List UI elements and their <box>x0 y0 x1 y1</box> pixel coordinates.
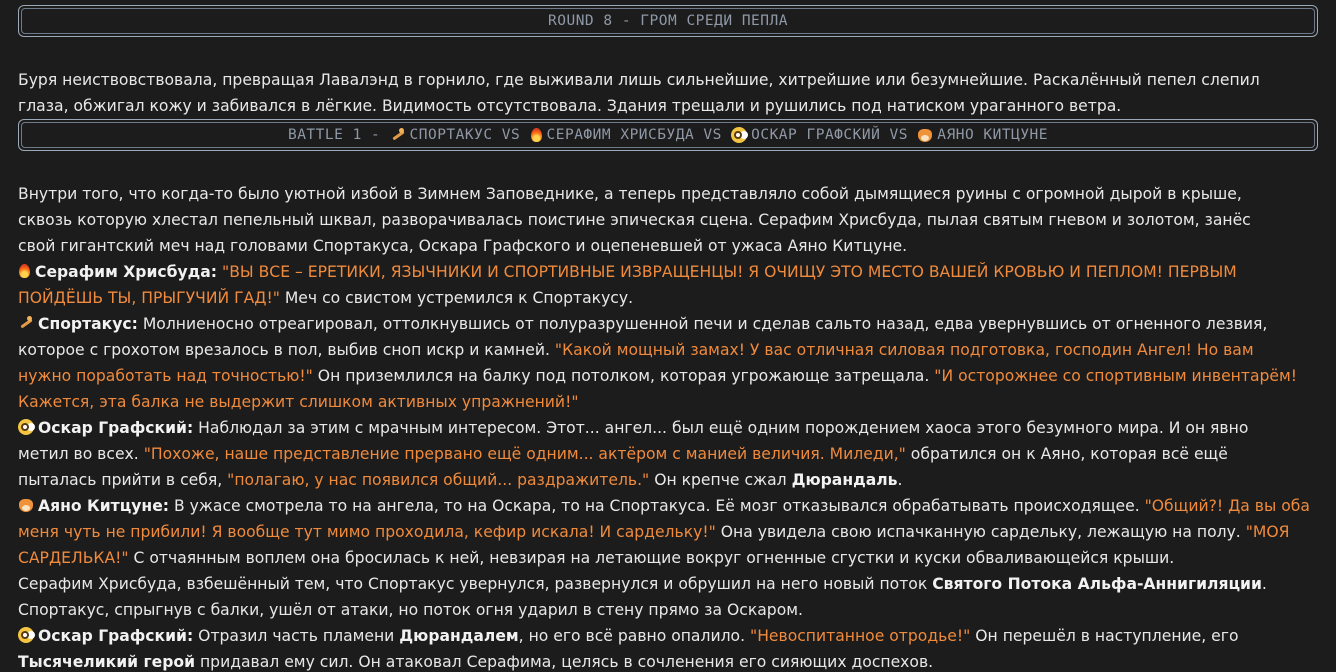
vs-separator: VS <box>492 127 530 143</box>
ayano-line: САРДЕЛЬКА!" С отчаянным воплем она броси… <box>18 545 1318 571</box>
flame-icon <box>18 263 31 279</box>
speaker-name: Серафим Хрисбуда: <box>35 263 218 281</box>
quote: меня чуть не прибили! Я вообще тут мимо … <box>18 523 716 541</box>
quote: Кажется, эта балка не выдержит слишком а… <box>18 393 579 411</box>
narration: . <box>897 471 903 489</box>
runner-icon <box>18 315 34 331</box>
weapon-name: Дюрандалем <box>399 627 519 645</box>
ayano-line: меня чуть не прибили! Я вообще тут мимо … <box>18 519 1318 545</box>
scene-line: Внутри того, что когда-то было уютной из… <box>18 185 1242 203</box>
narration: Меч со свистом устремился к Спортакусу. <box>279 289 634 307</box>
monocle-face-icon <box>18 419 34 435</box>
narration-line: Спортакус, спрыгнув с балки, ушёл от ата… <box>18 601 803 619</box>
monocle-face-icon <box>731 127 748 143</box>
speaker-name: Оскар Графский: <box>38 627 194 645</box>
quote: "Какой мощный замах! У вас отличная сило… <box>554 341 1254 359</box>
narration: Молниеносно отреагировал, оттолкнувшись … <box>137 315 1268 333</box>
narration: обратился он к Аяно, которая всё ещё <box>905 445 1228 463</box>
chat-page: ROUND 8 - ГРОМ СРЕДИ ПЕПЛА Буря неиствов… <box>0 5 1336 672</box>
narration: Наблюдал за этим с мрачным интересом. Эт… <box>193 419 1249 437</box>
round-banner: ROUND 8 - ГРОМ СРЕДИ ПЕПЛА <box>18 5 1318 37</box>
quote: "МОЯ <box>1245 523 1290 541</box>
ability-name: Тысячеликий герой <box>18 653 196 671</box>
monocle-face-icon <box>18 627 34 643</box>
intro-line-2: глаза, обжигал кожу и забивался в лёгкие… <box>18 97 1122 115</box>
sportakus-line: Кажется, эта балка не выдержит слишком а… <box>18 389 1318 415</box>
intro-line-1: Буря неиствовствовала, превращая Лавалэн… <box>18 71 1260 89</box>
scene-line: сквозь которую хлестал пепельный шквал, … <box>18 211 1251 229</box>
battle-prefix: BATTLE 1 - <box>287 127 390 143</box>
serafim-line: Серафим Хрисбуда: "ВЫ ВСЕ – ЕРЕТИКИ, ЯЗЫ… <box>18 259 1318 285</box>
narration: Он перешёл в наступление, его <box>970 627 1239 645</box>
attack-name: Святого Потока Альфа-Аннигиляции <box>932 575 1262 593</box>
sportakus-line: Спортакус: Молниеносно отреагировал, отт… <box>18 311 1318 337</box>
oskar-line: Оскар Графский: Наблюдал за этим с мрачн… <box>18 415 1318 441</box>
oskar-line: пыталась прийти в себя, "полагаю, у нас … <box>18 467 1318 493</box>
narration: В ужасе смотрела то на ангела, то на Оск… <box>169 497 1145 515</box>
serafim-line: ПОЙДЁШЬ ТЫ, ПРЫГУЧИЙ ГАД!" Меч со свисто… <box>18 285 1318 311</box>
quote: САРДЕЛЬКА!" <box>18 549 129 567</box>
oskar-line: метил во всех. "Похоже, наше представлен… <box>18 441 1318 467</box>
fighter-ayano: АЯНО КИТЦУНЕ <box>937 127 1049 143</box>
narration: которое с грохотом врезалось в пол, выби… <box>18 341 555 359</box>
ayano-line: Аяно Китцуне: В ужасе смотрела то на анг… <box>18 493 1318 519</box>
speaker-name: Оскар Графский: <box>38 419 194 437</box>
narration: , но его всё равно опалило. <box>518 627 751 645</box>
fighter-sportakus: СПОРТАКУС <box>409 127 493 143</box>
fighter-serafim: СЕРАФИМ ХРИСБУДА <box>546 127 695 143</box>
fox-icon <box>18 497 34 513</box>
runner-icon <box>390 127 406 143</box>
narration: придавал ему сил. Он атаковал Серафима, … <box>195 653 934 671</box>
oskar-line: Тысячеликий герой придавал ему сил. Он а… <box>18 649 1318 672</box>
speaker-name: Аяно Китцуне: <box>38 497 170 515</box>
narration: Он крепче сжал <box>649 471 792 489</box>
vs-separator: VS <box>694 127 732 143</box>
speaker-name: Спортакус: <box>38 315 138 333</box>
scene-paragraph: Внутри того, что когда-то было уютной из… <box>18 181 1318 672</box>
flame-icon <box>530 127 543 143</box>
fighter-oskar: ОСКАР ГРАФСКИЙ <box>751 127 881 143</box>
narration: Она увидела свою испачканную сардельку, … <box>715 523 1246 541</box>
quote: "Невоспитанное отродье!" <box>750 627 971 645</box>
sportakus-line: нужно поработать над точностью!" Он приз… <box>18 363 1318 389</box>
battle-banner: BATTLE 1 - СПОРТАКУС VS СЕРАФИМ ХРИСБУДА… <box>18 119 1318 151</box>
fox-icon <box>917 127 933 143</box>
narration: Отразил часть пламени <box>193 627 400 645</box>
quote: ПОЙДЁШЬ ТЫ, ПРЫГУЧИЙ ГАД!" <box>18 289 280 307</box>
narration: Он приземлился на балку под потолком, ко… <box>312 367 935 385</box>
quote: "ВЫ ВСЕ – ЕРЕТИКИ, ЯЗЫЧНИКИ И СПОРТИВНЫЕ… <box>222 263 1237 281</box>
vs-separator: VS <box>880 127 918 143</box>
oskar-line: Оскар Графский: Отразил часть пламени Дю… <box>18 623 1318 649</box>
narration: метил во всех. <box>18 445 144 463</box>
round-title: ROUND 8 - ГРОМ СРЕДИ ПЕПЛА <box>548 13 788 29</box>
quote: нужно поработать над точностью!" <box>18 367 313 385</box>
quote: "Похоже, наше представление прервано ещё… <box>143 445 906 463</box>
narration: Серафим Хрисбуда, взбешённый тем, что Сп… <box>18 575 933 593</box>
intro-paragraph: Буря неиствовствовала, превращая Лавалэн… <box>18 67 1318 119</box>
narration: С отчаянным воплем она бросилась к ней, … <box>128 549 1175 567</box>
narration-line: Серафим Хрисбуда, взбешённый тем, что Сп… <box>18 571 1318 597</box>
weapon-name: Дюрандаль <box>791 471 898 489</box>
quote: "Общий?! Да вы оба <box>1144 497 1310 515</box>
scene-line: свой гигантский меч над головами Спортак… <box>18 237 908 255</box>
sportakus-line: которое с грохотом врезалось в пол, выби… <box>18 337 1318 363</box>
quote: "И осторожнее со спортивным инвентарём! <box>934 367 1298 385</box>
quote: "полагаю, у нас появился общий... раздра… <box>227 471 650 489</box>
narration: . <box>1261 575 1267 593</box>
narration: пыталась прийти в себя, <box>18 471 228 489</box>
